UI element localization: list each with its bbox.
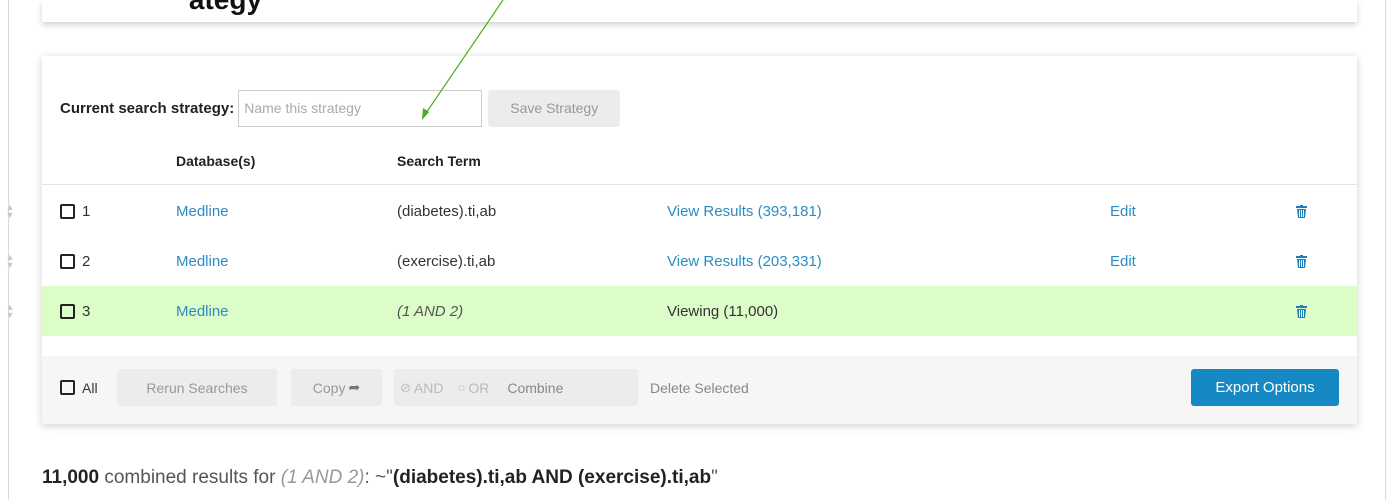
save-strategy-button[interactable]: Save Strategy (488, 89, 621, 127)
select-all-label: All (82, 379, 98, 396)
or-label: OR (468, 379, 490, 396)
search-row-2: ▲ ▼ 2 Medline (exercise).ti,ab View Resul… (6, 236, 1357, 286)
and-label: AND (413, 379, 444, 396)
results-query-short: (1 AND 2) (280, 467, 365, 488)
rerun-searches-button[interactable]: Rerun Searches (117, 369, 277, 406)
and-radio[interactable]: ⊘ AND (400, 380, 443, 396)
export-options-button[interactable]: Export Options (1191, 369, 1339, 406)
drag-handle-icon[interactable]: ▲ ▼ (3, 286, 17, 336)
row-select[interactable]: 2 (60, 236, 90, 286)
combine-group: ⊘ AND ○ OR Combine (394, 369, 638, 406)
edit-link[interactable]: Edit (1110, 236, 1136, 286)
database-link[interactable]: Medline (176, 186, 229, 236)
row-select[interactable]: 1 (60, 186, 90, 236)
copy-button[interactable]: Copy ➦ (291, 369, 382, 406)
checkbox-icon[interactable] (60, 303, 75, 319)
search-term: (exercise).ti,ab (397, 252, 496, 270)
trash-icon[interactable] (1296, 186, 1307, 236)
combine-button[interactable]: Combine (507, 380, 563, 396)
database-link[interactable]: Medline (176, 286, 229, 336)
select-all[interactable]: All (60, 369, 98, 406)
checkbox-icon[interactable] (60, 203, 75, 219)
search-term: (diabetes).ti,ab (397, 202, 497, 220)
results-count: 11,000 (42, 467, 100, 488)
edit-link[interactable]: Edit (1110, 186, 1136, 236)
strategy-name-input[interactable] (238, 89, 483, 127)
row-select[interactable]: 3 (60, 286, 90, 336)
view-results-link[interactable]: View Results (203,331) (667, 236, 822, 286)
actions-bar: All Rerun Searches Copy ➦ ⊘ AND ○ OR Com… (42, 356, 1357, 424)
or-radio[interactable]: ○ OR (457, 380, 489, 396)
column-header-search-term: Search Term (397, 153, 481, 169)
share-arrow-icon: ➦ (348, 379, 361, 395)
results-text: combined results for (99, 467, 281, 488)
checkbox-icon[interactable] (60, 380, 75, 395)
trash-icon[interactable] (1296, 236, 1307, 286)
radio-circle-icon: ○ (457, 380, 466, 395)
view-results-link[interactable]: View Results (393,181) (667, 186, 822, 236)
results-end-quote: " (711, 467, 718, 488)
search-row-1: ▲ ▼ 1 Medline (diabetes).ti,ab View Resul… (6, 186, 1357, 236)
drag-handle-icon[interactable]: ▲ ▼ (3, 236, 17, 286)
check-circle-icon: ⊘ (400, 379, 411, 395)
search-row-3: ▲ ▼ 3 Medline (1 AND 2) Viewing (11,000) (6, 286, 1357, 336)
row-number: 1 (82, 202, 91, 220)
search-term: (1 AND 2) (397, 302, 464, 320)
checkbox-icon[interactable] (60, 253, 75, 269)
database-link[interactable]: Medline (176, 236, 229, 286)
results-query-full: (diabetes).ti,ab AND (exercise).ti,ab (392, 467, 712, 488)
header-divider (42, 184, 1357, 185)
row-number: 2 (82, 252, 91, 270)
trash-icon[interactable] (1296, 286, 1307, 336)
delete-selected-button[interactable]: Delete Selected (650, 369, 749, 406)
results-separator: : ~" (364, 467, 393, 488)
row-number: 3 (82, 302, 91, 320)
column-header-database: Database(s) (176, 153, 256, 169)
strategy-row: Current search strategy: Save Strategy (60, 89, 621, 127)
rerun-label: Rerun Searches (146, 379, 248, 396)
search-history-panel: Current search strategy: Save Strategy D… (6, 56, 1357, 424)
drag-handle-icon[interactable]: ▲ ▼ (3, 186, 17, 236)
section-heading: Strategy (150, 0, 262, 16)
copy-label: Copy (312, 379, 346, 396)
combined-results-summary: 11,000 combined results for (1 AND 2): ~… (42, 467, 718, 489)
strategy-label: Current search strategy: (60, 99, 235, 117)
viewing-status: Viewing (11,000) (667, 302, 779, 320)
